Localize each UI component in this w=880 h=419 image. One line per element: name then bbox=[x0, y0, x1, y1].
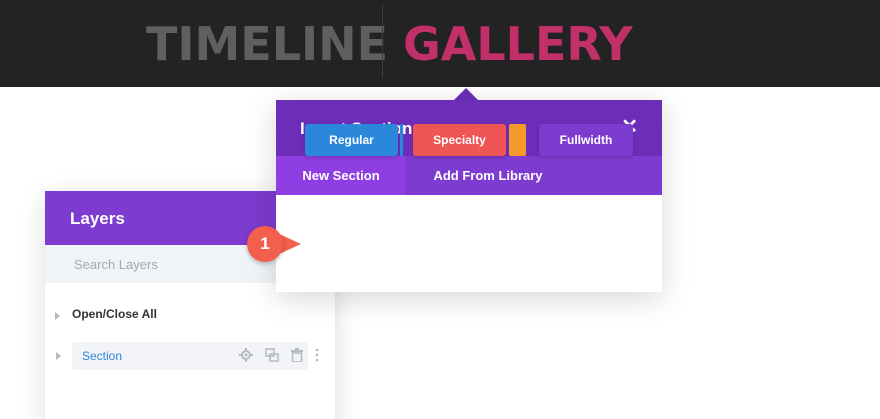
open-close-all-row[interactable]: Open/Close All bbox=[55, 305, 335, 329]
trash-icon[interactable] bbox=[290, 348, 304, 363]
section-label[interactable]: Section bbox=[82, 349, 122, 363]
fullwidth-section-button[interactable]: Fullwidth bbox=[539, 124, 633, 156]
open-close-all-label[interactable]: Open/Close All bbox=[72, 307, 157, 321]
regular-column-bar bbox=[400, 124, 403, 156]
duplicate-icon[interactable] bbox=[265, 348, 279, 362]
banner-word-gallery: GALLERY bbox=[403, 17, 633, 71]
expand-triangle-icon[interactable] bbox=[55, 312, 60, 320]
more-icon[interactable] bbox=[310, 348, 324, 362]
tab-add-from-library[interactable]: Add From Library bbox=[431, 156, 545, 195]
tab-new-section[interactable]: New Section bbox=[276, 156, 406, 195]
banner-divider bbox=[382, 4, 383, 78]
gear-icon[interactable] bbox=[239, 348, 253, 362]
banner-word-timeline: TIMELINE bbox=[146, 17, 389, 71]
header-banner: TIMELINE GALLERY bbox=[0, 0, 880, 87]
regular-section-button[interactable]: Regular bbox=[305, 124, 398, 156]
specialty-section-button[interactable]: Specialty bbox=[413, 124, 506, 156]
modal-tabs: New Section Add From Library bbox=[276, 156, 662, 195]
section-expand-triangle-icon[interactable] bbox=[56, 352, 61, 360]
layer-section-row[interactable]: Section bbox=[72, 342, 319, 370]
callout-number-badge: 1 bbox=[247, 226, 283, 262]
specialty-sidebar-bar bbox=[509, 124, 526, 156]
